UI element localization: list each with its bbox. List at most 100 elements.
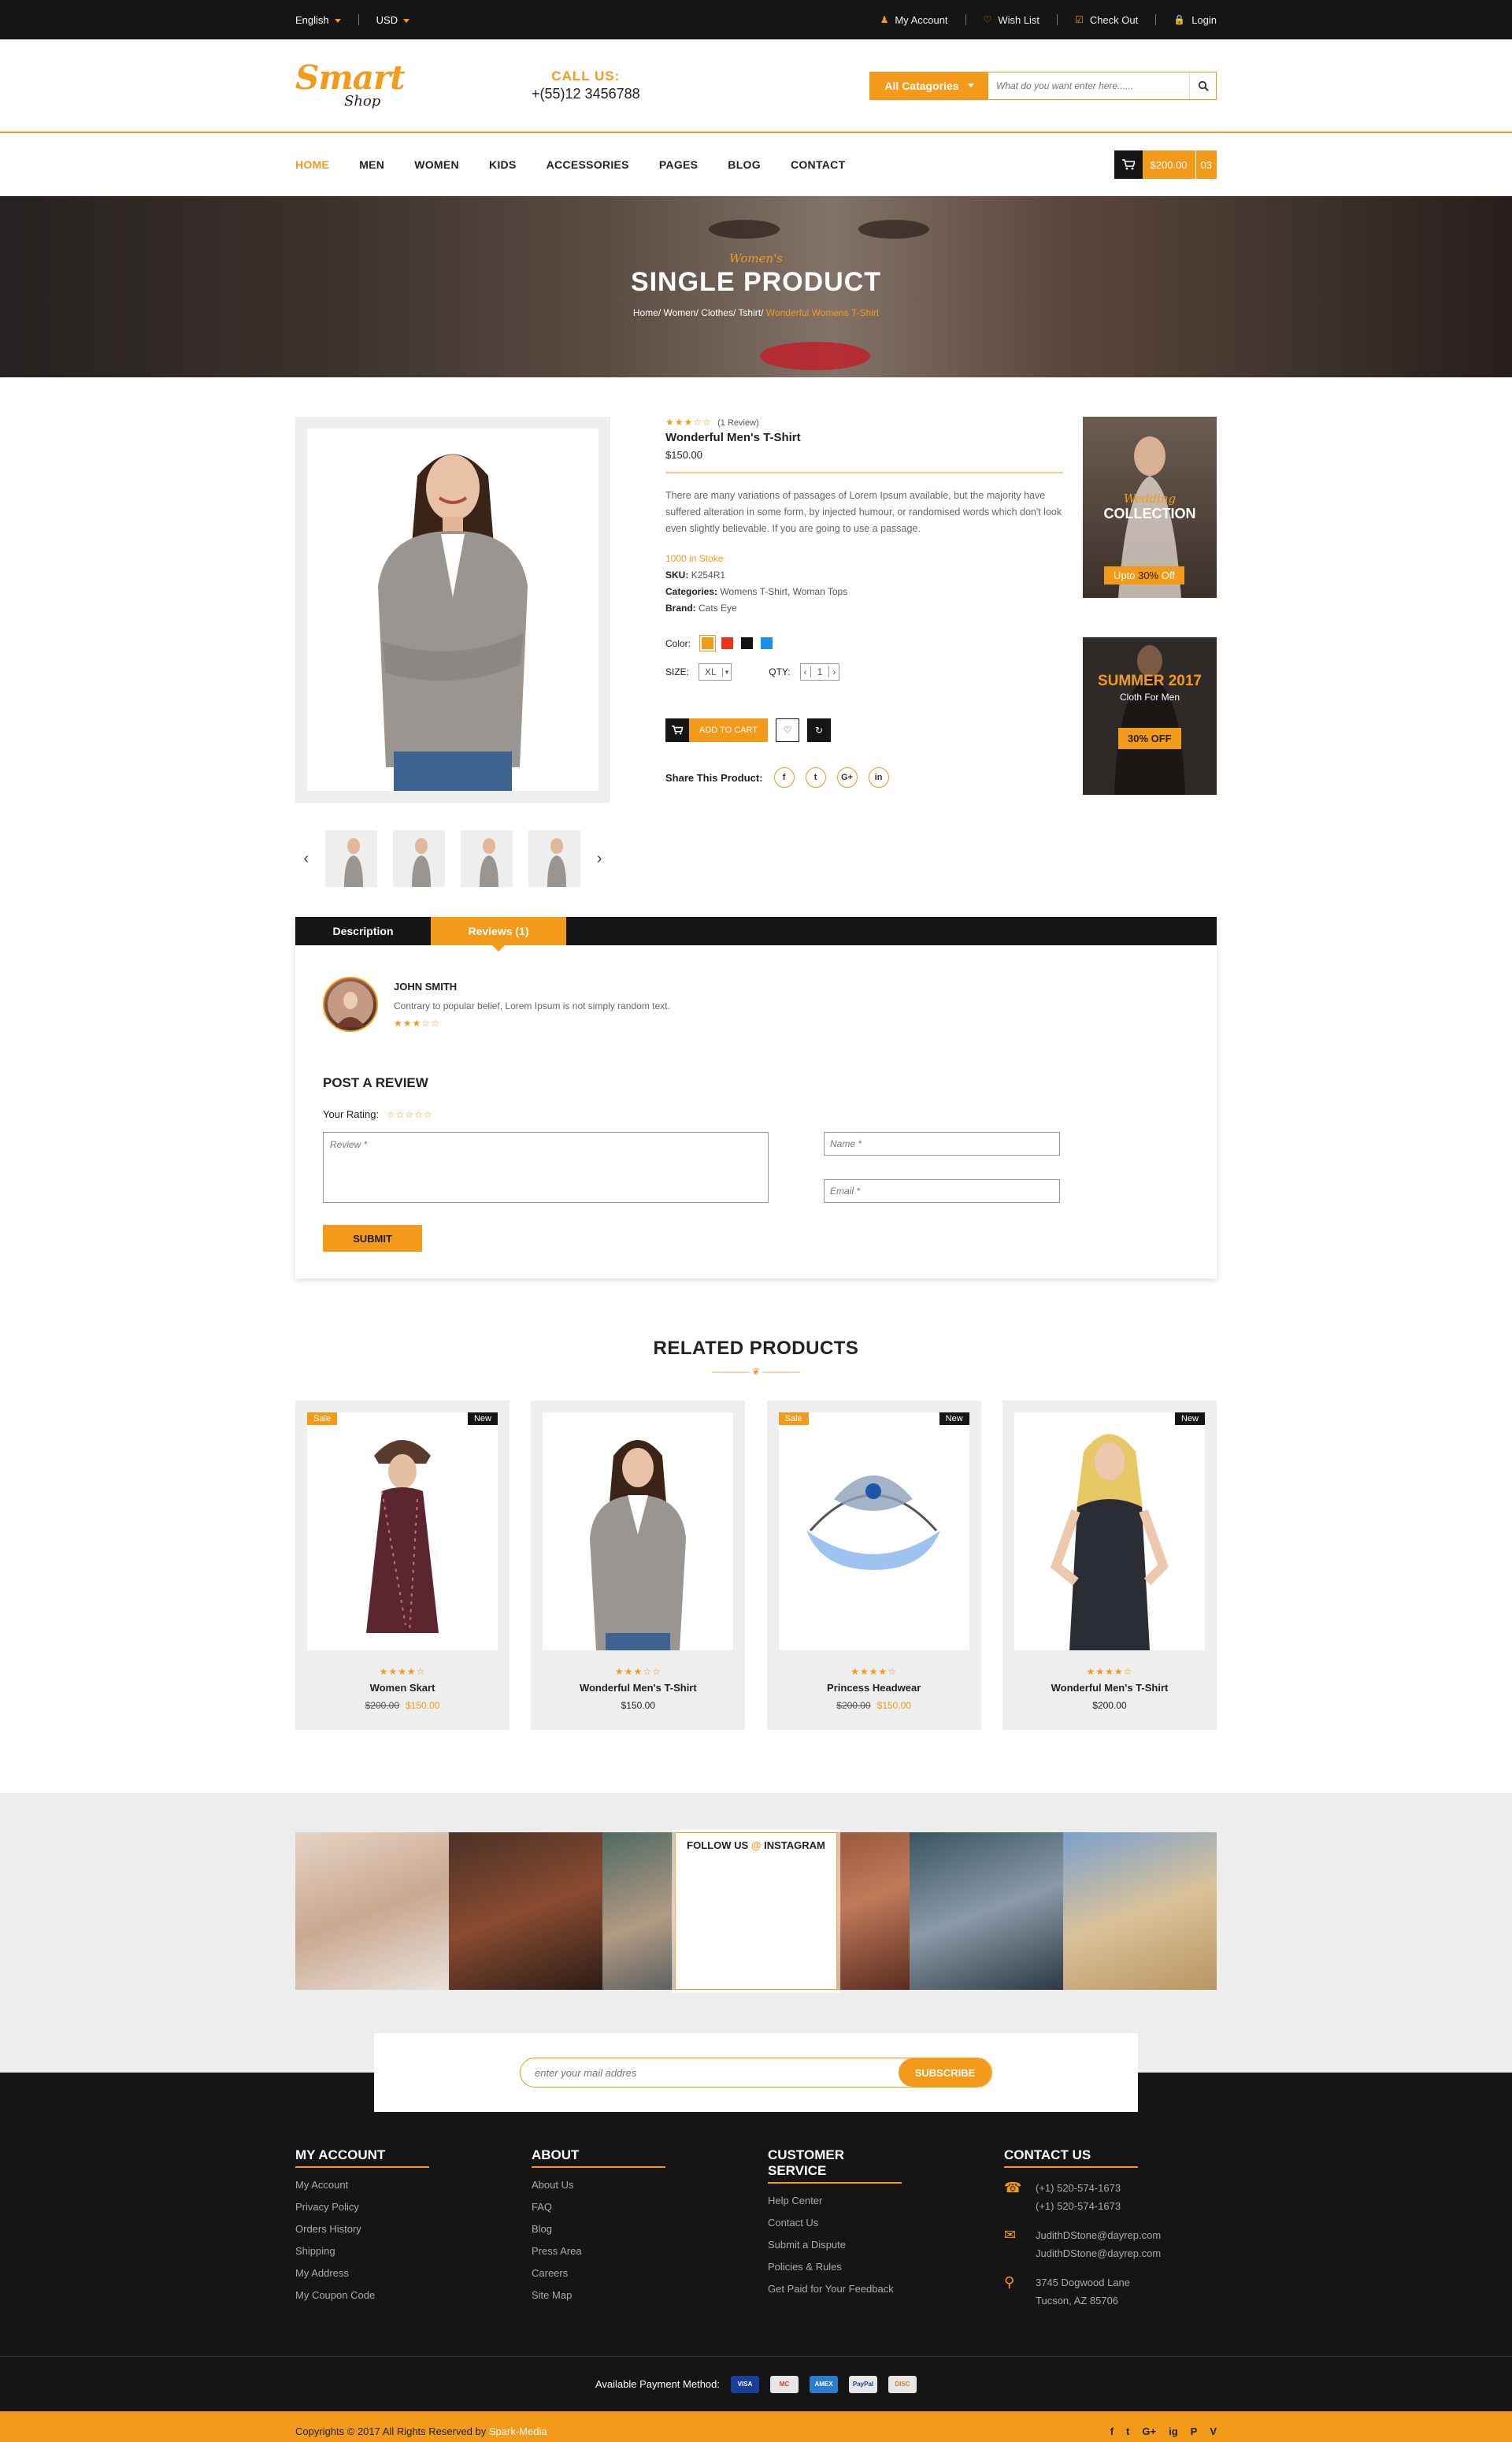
wishlist-button[interactable]: ♡ — [776, 718, 799, 742]
nav-home[interactable]: HOME — [295, 158, 329, 171]
phone-number[interactable]: (+1) 520-574-1673 — [1036, 2179, 1121, 2197]
review-count[interactable]: (1 Review) — [717, 418, 759, 428]
instagram-photo[interactable] — [295, 1832, 449, 1990]
subscribe-button[interactable]: SUBSCRIBE — [899, 2058, 991, 2087]
email-address[interactable]: JudithDStone@dayrep.com — [1036, 2244, 1161, 2262]
product-thumbnail[interactable] — [461, 830, 513, 887]
qty-value[interactable]: 1 — [811, 666, 829, 677]
footer-link[interactable]: Policies & Rules — [768, 2261, 1004, 2273]
new-badge: New — [939, 1412, 969, 1425]
color-swatch-blue[interactable] — [761, 637, 773, 649]
product-card[interactable]: New ★★★★☆ Wonderful Men's T-Shirt $200.0… — [1002, 1401, 1217, 1730]
submit-button[interactable]: SUBMIT — [323, 1225, 422, 1252]
footer-link[interactable]: Submit a Dispute — [768, 2239, 1004, 2251]
twitter-icon[interactable]: t — [805, 767, 826, 788]
pinterest-icon[interactable]: P — [1191, 2425, 1198, 2437]
google-plus-icon[interactable]: G+ — [1142, 2425, 1156, 2437]
facebook-icon[interactable]: f — [773, 767, 795, 788]
footer-link[interactable]: Help Center — [768, 2195, 1004, 2206]
nav-pages[interactable]: PAGES — [659, 158, 698, 171]
wish-list-link[interactable]: ♡ Wish List — [984, 14, 1040, 26]
review-textarea[interactable]: Review * — [323, 1132, 769, 1203]
nav-blog[interactable]: BLOG — [728, 158, 761, 171]
language-select[interactable]: English — [295, 14, 341, 26]
product-card[interactable]: Sale New ★★★★☆ Princess Headwear $200.00… — [766, 1401, 981, 1730]
footer-link[interactable]: Careers — [532, 2267, 768, 2279]
product-card-name[interactable]: Wonderful Men's T-Shirt — [1014, 1682, 1205, 1694]
cart-icon[interactable] — [665, 718, 689, 742]
color-swatch-red[interactable] — [721, 637, 734, 649]
check-out-link[interactable]: ☑ Check Out — [1075, 14, 1138, 26]
login-link[interactable]: 🔒 Login — [1173, 14, 1217, 26]
copyright-brand-link[interactable]: Spark-Media — [489, 2425, 547, 2437]
product-card-name[interactable]: Princess Headwear — [779, 1682, 969, 1694]
linkedin-icon[interactable]: in — [868, 767, 889, 788]
footer-link[interactable]: Orders History — [295, 2223, 532, 2235]
footer-link[interactable]: Contact Us — [768, 2217, 1004, 2229]
footer-link[interactable]: FAQ — [532, 2201, 768, 2213]
instagram-icon[interactable]: ig — [1169, 2425, 1178, 2437]
twitter-icon[interactable]: t — [1126, 2425, 1129, 2437]
summer-sale-banner[interactable]: SUMMER 2017 Cloth For Men 30% OFF — [1083, 637, 1217, 795]
category-dropdown[interactable]: All Catagories — [870, 72, 988, 99]
wedding-collection-banner[interactable]: Wedding COLLECTION Upto 30% Off — [1083, 417, 1217, 598]
color-swatch-orange[interactable] — [699, 635, 717, 651]
email-field[interactable]: Email * — [824, 1179, 1060, 1203]
nav-kids[interactable]: KIDS — [489, 158, 517, 171]
product-card[interactable]: ★★★☆☆ Wonderful Men's T-Shirt $150.00 — [531, 1401, 746, 1730]
categories-value[interactable]: Womens T-Shirt, Woman Tops — [720, 586, 847, 597]
search-input[interactable] — [988, 72, 1189, 99]
footer-link[interactable]: Blog — [532, 2223, 768, 2235]
instagram-photo[interactable] — [449, 1832, 602, 1990]
product-card-name[interactable]: Wonderful Men's T-Shirt — [543, 1682, 733, 1694]
chevron-right-icon[interactable]: › — [588, 850, 610, 868]
footer-link[interactable]: Get Paid for Your Feedback — [768, 2283, 1004, 2295]
footer-link[interactable]: Press Area — [532, 2245, 768, 2257]
cart-button[interactable]: $200.00 03 — [1114, 150, 1217, 179]
brand-value[interactable]: Cats Eye — [699, 603, 737, 614]
product-main-image[interactable] — [295, 417, 610, 803]
color-swatch-black[interactable] — [741, 637, 754, 649]
footer-link[interactable]: Shipping — [295, 2245, 532, 2257]
footer-link[interactable]: My Address — [295, 2267, 532, 2279]
compare-button[interactable]: ↻ — [807, 718, 831, 742]
follow-instagram-button[interactable]: FOLLOW US @ INSTAGRAM — [672, 1829, 840, 1993]
footer-link[interactable]: Site Map — [532, 2289, 768, 2301]
tab-reviews[interactable]: Reviews (1) — [431, 917, 566, 952]
qty-increase-button[interactable]: › — [828, 666, 839, 677]
size-select[interactable]: XL ▾ — [699, 663, 732, 681]
product-thumbnail[interactable] — [392, 830, 445, 887]
footer-link[interactable]: My Coupon Code — [295, 2289, 532, 2301]
product-thumbnail[interactable] — [324, 830, 377, 887]
vimeo-icon[interactable]: V — [1210, 2425, 1217, 2437]
nav-men[interactable]: MEN — [359, 158, 384, 171]
rating-input-stars[interactable]: ☆☆☆☆☆ — [387, 1109, 433, 1120]
footer-link[interactable]: My Account — [295, 2179, 532, 2191]
logo[interactable]: Smart Shop — [295, 58, 406, 113]
phone-number[interactable]: (+1) 520-574-1673 — [1036, 2197, 1121, 2215]
nav-accessories[interactable]: ACCESSORIES — [547, 158, 629, 171]
chevron-left-icon[interactable]: ‹ — [295, 850, 317, 868]
instagram-photo[interactable] — [1063, 1832, 1217, 1990]
breadcrumb-path[interactable]: Home/ Women/ Clothes/ Tshirt/ — [633, 307, 764, 318]
product-thumbnail[interactable] — [528, 830, 581, 887]
newsletter-email-input[interactable]: enter your mail addres — [521, 2058, 899, 2087]
qty-decrease-button[interactable]: ‹ — [801, 666, 811, 677]
nav-women[interactable]: WOMEN — [414, 158, 459, 171]
search-button[interactable] — [1189, 72, 1216, 99]
quantity-stepper[interactable]: ‹ 1 › — [799, 663, 840, 681]
my-account-link[interactable]: ♟ My Account — [880, 14, 948, 26]
nav-contact[interactable]: CONTACT — [791, 158, 846, 171]
product-card[interactable]: Sale New ★★★★☆ Women Skart $200.00 $150.0… — [295, 1401, 510, 1730]
facebook-icon[interactable]: f — [1110, 2425, 1114, 2437]
footer-link[interactable]: Privacy Policy — [295, 2201, 532, 2213]
email-address[interactable]: JudithDStone@dayrep.com — [1036, 2226, 1161, 2244]
footer-link[interactable]: About Us — [532, 2179, 768, 2191]
instagram-photo[interactable] — [910, 1832, 1063, 1990]
google-plus-icon[interactable]: G+ — [836, 767, 858, 788]
currency-select[interactable]: USD — [376, 14, 410, 26]
name-field[interactable]: Name * — [824, 1132, 1060, 1156]
product-card-name[interactable]: Women Skart — [307, 1682, 498, 1694]
tab-description[interactable]: Description — [295, 917, 431, 945]
add-to-cart-button[interactable]: ADD TO CART — [689, 718, 768, 742]
